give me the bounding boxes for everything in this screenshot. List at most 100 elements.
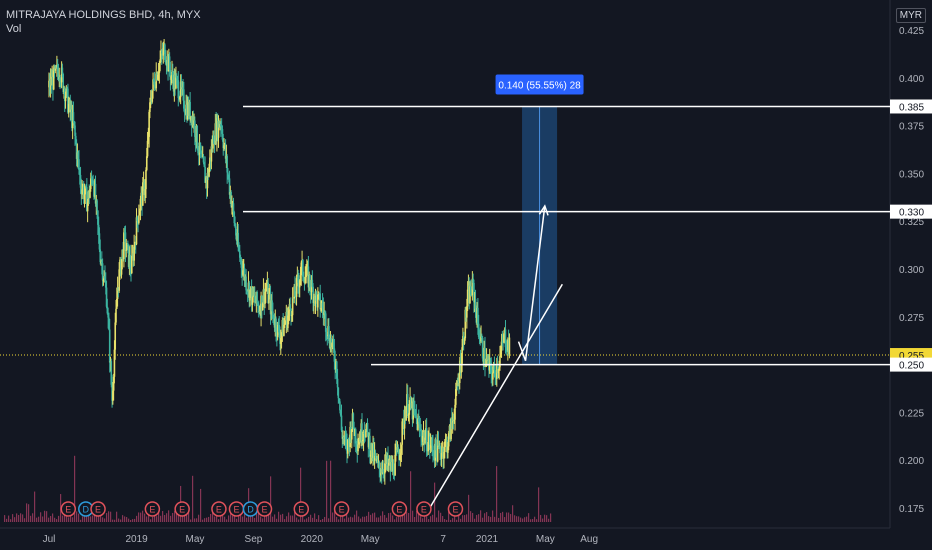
volume-bar xyxy=(164,515,166,522)
volume-bar xyxy=(366,515,368,522)
price-candle xyxy=(145,156,148,170)
x-tick-label: 2020 xyxy=(301,534,324,545)
volume-bar xyxy=(174,510,176,522)
volume-bar xyxy=(54,517,56,522)
x-tick-label: 7 xyxy=(440,534,446,545)
volume-bar xyxy=(120,519,122,522)
volume-bar xyxy=(170,515,172,522)
volume-bar xyxy=(446,519,448,522)
volume-bar xyxy=(206,517,208,522)
earnings-marker-label: E xyxy=(65,505,71,515)
y-tick-label: 0.325 xyxy=(899,217,924,228)
volume-bar xyxy=(372,513,374,522)
price-candle xyxy=(130,255,133,274)
volume-bar xyxy=(274,514,276,522)
volume-bar xyxy=(460,518,462,522)
volume-bar xyxy=(246,517,248,522)
volume-bar xyxy=(202,519,204,522)
volume-bar xyxy=(432,514,434,522)
volume-bar xyxy=(16,513,18,522)
price-candle xyxy=(378,462,381,469)
price-candle xyxy=(202,156,205,163)
volume-bar xyxy=(146,516,148,522)
volume-bar xyxy=(40,512,42,522)
earnings-marker-label: E xyxy=(396,505,402,515)
volume-bar xyxy=(332,512,334,522)
volume-bar xyxy=(472,512,474,522)
symbol-title[interactable]: MITRAJAYA HOLDINGS BHD, 4h, MYX xyxy=(6,8,201,22)
volume-bar xyxy=(68,517,70,522)
price-candle xyxy=(336,378,339,388)
volume-bar xyxy=(318,515,320,522)
volume-bar xyxy=(500,512,502,522)
y-tick-label: 0.375 xyxy=(899,122,924,133)
volume-bar xyxy=(192,475,194,522)
price-candle xyxy=(337,387,340,399)
volume-bar xyxy=(444,519,446,522)
currency-badge[interactable]: MYR xyxy=(895,8,926,23)
volume-bar xyxy=(456,519,458,522)
volume-bar xyxy=(282,513,284,522)
volume-bar xyxy=(76,511,78,522)
volume-bar xyxy=(194,518,196,522)
volume-bar xyxy=(280,514,282,522)
volume-bar xyxy=(288,512,290,522)
volume-bar xyxy=(380,515,382,522)
price-candle xyxy=(494,370,497,378)
volume-bar xyxy=(406,512,408,522)
x-tick-label: May xyxy=(185,534,204,545)
volume-bar xyxy=(46,511,48,522)
volume-bar xyxy=(408,512,410,522)
volume-bar xyxy=(208,516,210,522)
volume-bar xyxy=(298,519,300,522)
volume-bar xyxy=(162,511,164,522)
volume-bar xyxy=(520,517,522,522)
volume-bar xyxy=(284,519,286,522)
volume-bar xyxy=(134,518,136,522)
volume-bar xyxy=(364,516,366,522)
price-chart[interactable]: 0.140 (55.55%) 28E D E E E E E D E E E E E E 0.1750.20… xyxy=(0,0,932,550)
volume-bar xyxy=(6,518,8,522)
volume-bar xyxy=(150,519,152,522)
volume-bar xyxy=(340,516,342,522)
volume-bar xyxy=(222,515,224,522)
volume-bar xyxy=(260,516,262,522)
price-label: 0.250 xyxy=(899,361,924,372)
volume-bar xyxy=(392,515,394,522)
volume-bar xyxy=(524,517,526,522)
y-tick-label: 0.275 xyxy=(899,313,924,324)
volume-bar xyxy=(422,518,424,522)
price-candle xyxy=(374,452,377,457)
dividend-marker-label: D xyxy=(247,505,254,515)
volume-bar xyxy=(172,512,174,522)
volume-label[interactable]: Vol xyxy=(6,22,201,36)
price-candle xyxy=(304,277,307,284)
volume-bar xyxy=(488,516,490,522)
volume-bar xyxy=(538,487,540,522)
volume-bar xyxy=(464,515,466,522)
volume-bar xyxy=(52,513,54,522)
volume-bar xyxy=(382,511,384,522)
earnings-marker-label: E xyxy=(179,505,185,515)
volume-bar xyxy=(484,513,486,522)
volume-bar xyxy=(48,517,50,522)
volume-bar xyxy=(440,512,442,522)
volume-bar xyxy=(396,517,398,522)
price-candle xyxy=(145,169,147,190)
y-tick-label: 0.225 xyxy=(899,408,924,419)
volume-bar xyxy=(254,517,256,522)
volume-bar xyxy=(28,504,30,522)
price-candle xyxy=(256,291,258,304)
volume-bar xyxy=(436,517,438,522)
volume-bar xyxy=(522,518,524,522)
volume-bar xyxy=(38,516,40,522)
volume-bar xyxy=(506,512,508,522)
volume-bar xyxy=(544,514,546,522)
volume-bar xyxy=(62,515,64,522)
volume-bar xyxy=(142,510,144,522)
volume-bar xyxy=(504,517,506,522)
volume-bar xyxy=(156,516,158,522)
volume-bar xyxy=(486,512,488,522)
x-tick-label: 2021 xyxy=(476,534,499,545)
measure-label: 0.140 (55.55%) 28 xyxy=(498,80,581,91)
